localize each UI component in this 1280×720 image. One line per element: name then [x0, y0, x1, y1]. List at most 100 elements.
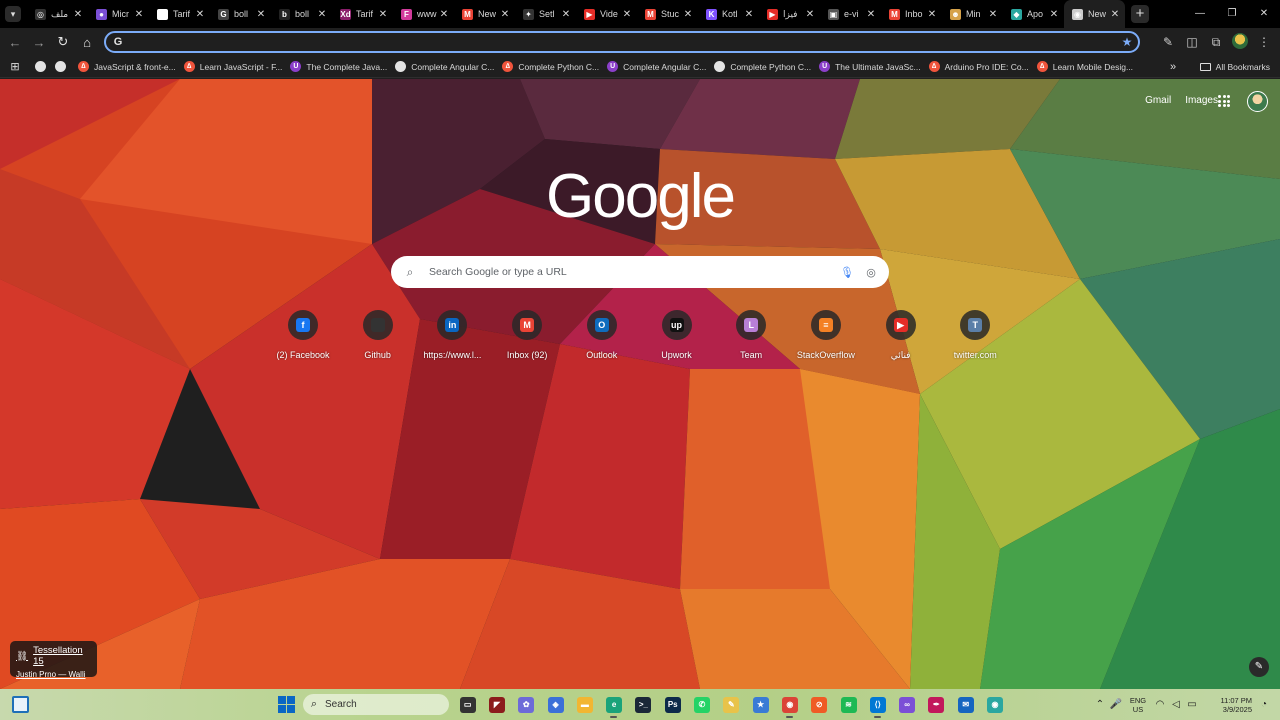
widgets-icon[interactable]: [12, 696, 29, 713]
volume-icon[interactable]: ◁: [1168, 699, 1184, 710]
close-tab-icon[interactable]: ✕: [1048, 9, 1060, 20]
taskbar-app-visual-studio[interactable]: ∞: [892, 695, 921, 714]
close-tab-icon[interactable]: ✕: [987, 9, 999, 20]
close-window-icon[interactable]: ✕: [1248, 0, 1280, 28]
taskbar-app-edge[interactable]: e: [599, 695, 628, 718]
taskbar-app-app-star[interactable]: ★: [746, 695, 775, 714]
close-tab-icon[interactable]: ✕: [560, 9, 572, 20]
browser-tab[interactable]: M Stuc ✕: [637, 0, 698, 28]
account-avatar[interactable]: [1247, 91, 1268, 112]
bookmark-star-icon[interactable]: ★: [1116, 35, 1138, 49]
microphone-icon[interactable]: 🎤: [1108, 699, 1124, 710]
browser-tab[interactable]: ◉ New ✕: [1064, 0, 1125, 28]
bookmark-item[interactable]: ∆ Arduino Pro IDE: Co...: [928, 61, 1029, 72]
camera-lens-icon[interactable]: ◎: [859, 266, 883, 279]
apps-grid-icon[interactable]: ⊞: [0, 60, 30, 73]
extension-puzzle-icon[interactable]: ◫: [1182, 35, 1202, 49]
browser-tab[interactable]: ✦ Setl ✕: [515, 0, 576, 28]
taskbar-app-app-teal[interactable]: ◉: [980, 695, 1009, 714]
extensions-icon[interactable]: ⧉: [1206, 35, 1226, 50]
taskbar-app-chrome[interactable]: ◉: [775, 695, 804, 718]
taskbar-app-vscode[interactable]: ⟨⟩: [863, 695, 892, 718]
shortcut-tile[interactable]: L Team: [714, 310, 788, 360]
browser-tab[interactable]: b boll ✕: [271, 0, 332, 28]
reload-icon[interactable]: ↻: [51, 34, 75, 50]
taskbar-app-app-blue[interactable]: ◈: [541, 695, 570, 714]
taskbar-app-photoshop[interactable]: Ps: [658, 695, 687, 714]
bookmark-item[interactable]: ∆ Learn Mobile Desig...: [1036, 61, 1133, 72]
close-tab-icon[interactable]: ✕: [499, 9, 511, 20]
taskbar-app-terminal[interactable]: >_: [629, 695, 658, 714]
close-tab-icon[interactable]: ✕: [1109, 9, 1121, 20]
minimize-icon[interactable]: —: [1184, 0, 1216, 28]
close-tab-icon[interactable]: ✕: [255, 9, 267, 20]
close-tab-icon[interactable]: ✕: [133, 9, 145, 20]
browser-tab[interactable]: ▣ e-vi ✕: [820, 0, 881, 28]
browser-tab[interactable]: K Kotl ✕: [698, 0, 759, 28]
address-input[interactable]: [128, 35, 1116, 49]
all-bookmarks-button[interactable]: All Bookmarks: [1199, 56, 1270, 78]
shortcut-tile[interactable]: up Upwork: [640, 310, 714, 360]
shortcut-tile[interactable]: f (2) Facebook: [266, 310, 340, 360]
shortcut-tile[interactable]: Ttwitter.com: [938, 310, 1012, 360]
more-menu-icon[interactable]: ⋮: [1254, 35, 1274, 49]
shortcut-tile[interactable]: ▶ فنائي: [864, 310, 938, 361]
search-input[interactable]: [429, 266, 835, 278]
browser-tab[interactable]: ◎ ملف ✕: [27, 0, 88, 28]
gmail-link[interactable]: Gmail: [1145, 95, 1171, 106]
close-tab-icon[interactable]: ✕: [194, 9, 206, 20]
browser-tab[interactable]: M New ✕: [454, 0, 515, 28]
browser-tab[interactable]: Xd Tarif ✕: [332, 0, 393, 28]
bookmark-item[interactable]: U The Ultimate JavaSc...: [819, 61, 921, 72]
wallpaper-author-link[interactable]: Justin Prno — Walli: [16, 670, 91, 679]
customize-pencil-icon[interactable]: ✎: [1249, 657, 1269, 677]
taskbar-app-spotify[interactable]: ≋: [834, 695, 863, 714]
profile-avatar[interactable]: [1230, 32, 1250, 52]
shortcut-tile[interactable]: O Outlook: [565, 310, 639, 360]
close-tab-icon[interactable]: ✕: [316, 9, 328, 20]
close-tab-icon[interactable]: ✕: [926, 9, 938, 20]
close-tab-icon[interactable]: ✕: [377, 9, 389, 20]
browser-tab[interactable]: ☻ Min ✕: [942, 0, 1003, 28]
bookmark-globe-icon[interactable]: [50, 60, 70, 74]
pen-icon[interactable]: ✎: [1158, 35, 1178, 49]
shortcut-tile[interactable]: ≡ StackOverflow: [789, 310, 863, 360]
bookmark-globe-icon[interactable]: [30, 60, 50, 74]
language-indicator[interactable]: ENG US: [1124, 696, 1152, 714]
start-button[interactable]: [278, 696, 295, 713]
ntp-search-box[interactable]: ⌕ 🎙 ◎: [391, 256, 889, 288]
bookmark-item[interactable]: U Complete Angular C...: [607, 61, 706, 72]
notification-bell-icon[interactable]: ◔: [1256, 699, 1272, 710]
shortcut-tile[interactable]: in https://www.l...: [415, 310, 489, 360]
close-tab-icon[interactable]: ✕: [621, 9, 633, 20]
battery-icon[interactable]: ▭: [1184, 699, 1200, 710]
google-apps-icon[interactable]: [1218, 95, 1230, 107]
bookmark-item[interactable]: ∆ Complete Python C...: [502, 61, 599, 72]
new-tab-button[interactable]: +: [1131, 5, 1149, 23]
close-tab-icon[interactable]: ✕: [743, 9, 755, 20]
browser-tab[interactable]: M Inbo ✕: [881, 0, 942, 28]
clock[interactable]: 11:07 PM 3/9/2025: [1206, 696, 1252, 714]
forward-icon[interactable]: →: [27, 35, 51, 50]
close-tab-icon[interactable]: ✕: [72, 9, 84, 20]
bookmark-item[interactable]: Complete Angular C...: [395, 61, 494, 72]
shortcut-tile[interactable]: M Inbox (92): [490, 310, 564, 360]
browser-tab[interactable]: Gboll ✕: [210, 0, 271, 28]
taskbar-app-file-explorer[interactable]: ▬: [570, 695, 599, 714]
taskbar-search[interactable]: ⌕ Search: [303, 694, 449, 715]
home-icon[interactable]: ⌂: [75, 35, 99, 50]
tab-search-button[interactable]: ▾: [5, 6, 21, 22]
bookmark-item[interactable]: Complete Python C...: [714, 61, 811, 72]
browser-tab[interactable]: ▶ Vide ✕: [576, 0, 637, 28]
bookmark-item[interactable]: ∆ JavaScript & front-e...: [78, 61, 176, 72]
back-icon[interactable]: ←: [3, 35, 27, 50]
browser-tab[interactable]: ● Micr ✕: [88, 0, 149, 28]
wifi-icon[interactable]: ◠: [1152, 699, 1168, 710]
address-bar[interactable]: G ★: [104, 31, 1140, 53]
taskbar-app-app-red[interactable]: ◤: [482, 695, 511, 714]
restore-icon[interactable]: ❐: [1216, 0, 1248, 28]
browser-tab[interactable]: ◆ Apo ✕: [1003, 0, 1064, 28]
browser-tab[interactable]: Fwww ✕: [393, 0, 454, 28]
close-tab-icon[interactable]: ✕: [438, 9, 450, 20]
taskbar-app-mail[interactable]: ✉: [951, 695, 980, 714]
